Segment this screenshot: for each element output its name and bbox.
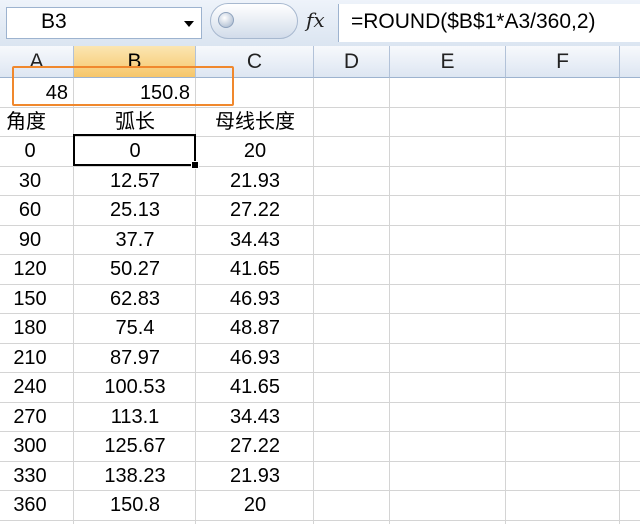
cell-c5[interactable]: 27.22	[196, 196, 314, 225]
cell-b2[interactable]: 弧长	[74, 108, 196, 137]
cell-a3[interactable]: 0	[0, 137, 60, 166]
cell-c2[interactable]: 母线长度	[196, 108, 314, 137]
cell-a4[interactable]: 30	[0, 167, 60, 196]
gridline	[0, 520, 640, 521]
cell-b6[interactable]: 37.7	[74, 226, 196, 255]
cell-a13[interactable]: 300	[0, 432, 60, 461]
cell-b11[interactable]: 100.53	[74, 373, 196, 402]
cell-b13[interactable]: 125.67	[74, 432, 196, 461]
grip-icon	[218, 12, 234, 28]
gridline	[505, 78, 506, 524]
gridline	[619, 78, 620, 524]
highlight-box	[12, 66, 234, 106]
column-header-g[interactable]	[620, 46, 640, 78]
cell-b5[interactable]: 25.13	[74, 196, 196, 225]
cell-a12[interactable]: 270	[0, 403, 60, 432]
dropdown-arrow-icon[interactable]	[184, 21, 194, 27]
cell-c11[interactable]: 41.65	[196, 373, 314, 402]
cell-b9[interactable]: 75.4	[74, 314, 196, 343]
cell-a11[interactable]: 240	[0, 373, 60, 402]
cell-c15[interactable]: 20	[196, 491, 314, 520]
cell-c6[interactable]: 34.43	[196, 226, 314, 255]
spreadsheet-grid[interactable]: A B C D E F 48 150.8 角度 弧长 母线长度 0 0 20 3…	[0, 46, 640, 524]
cell-c14[interactable]: 21.93	[196, 462, 314, 491]
cell-a2[interactable]: 角度	[6, 108, 74, 137]
formula-text: =ROUND($B$1*A3/360,2)	[351, 10, 596, 33]
active-cell-border	[73, 134, 196, 166]
cell-c4[interactable]: 21.93	[196, 167, 314, 196]
insert-function-icon[interactable]: fx	[306, 8, 325, 32]
name-box-value: B3	[41, 10, 67, 33]
cell-b15[interactable]: 150.8	[74, 491, 196, 520]
cell-a7[interactable]: 120	[0, 255, 60, 284]
cell-c3[interactable]: 20	[196, 137, 314, 166]
cell-a5[interactable]: 60	[0, 196, 60, 225]
cell-b8[interactable]: 62.83	[74, 285, 196, 314]
cell-c12[interactable]: 34.43	[196, 403, 314, 432]
name-box[interactable]: B3	[6, 7, 202, 39]
formula-input[interactable]: =ROUND($B$1*A3/360,2)	[338, 4, 640, 42]
cell-a14[interactable]: 330	[0, 462, 60, 491]
cell-b7[interactable]: 50.27	[74, 255, 196, 284]
column-header-d[interactable]: D	[314, 46, 390, 78]
cell-a15[interactable]: 360	[0, 491, 60, 520]
column-header-f[interactable]: F	[506, 46, 620, 78]
gridline	[389, 78, 390, 524]
cell-c9[interactable]: 48.87	[196, 314, 314, 343]
formula-bar-resize-handle[interactable]	[210, 3, 298, 39]
cell-b4[interactable]: 12.57	[74, 167, 196, 196]
cell-b14[interactable]: 138.23	[74, 462, 196, 491]
formula-bar: B3 fx =ROUND($B$1*A3/360,2)	[0, 0, 640, 47]
column-header-e[interactable]: E	[390, 46, 506, 78]
cell-b10[interactable]: 87.97	[74, 344, 196, 373]
cell-c10[interactable]: 46.93	[196, 344, 314, 373]
cell-a9[interactable]: 180	[0, 314, 60, 343]
cell-a10[interactable]: 210	[0, 344, 60, 373]
cell-b12[interactable]: 113.1	[74, 403, 196, 432]
fill-handle[interactable]	[191, 161, 199, 169]
cell-a6[interactable]: 90	[0, 226, 60, 255]
cell-a8[interactable]: 150	[0, 285, 60, 314]
cell-c13[interactable]: 27.22	[196, 432, 314, 461]
cell-c8[interactable]: 46.93	[196, 285, 314, 314]
cell-c7[interactable]: 41.65	[196, 255, 314, 284]
